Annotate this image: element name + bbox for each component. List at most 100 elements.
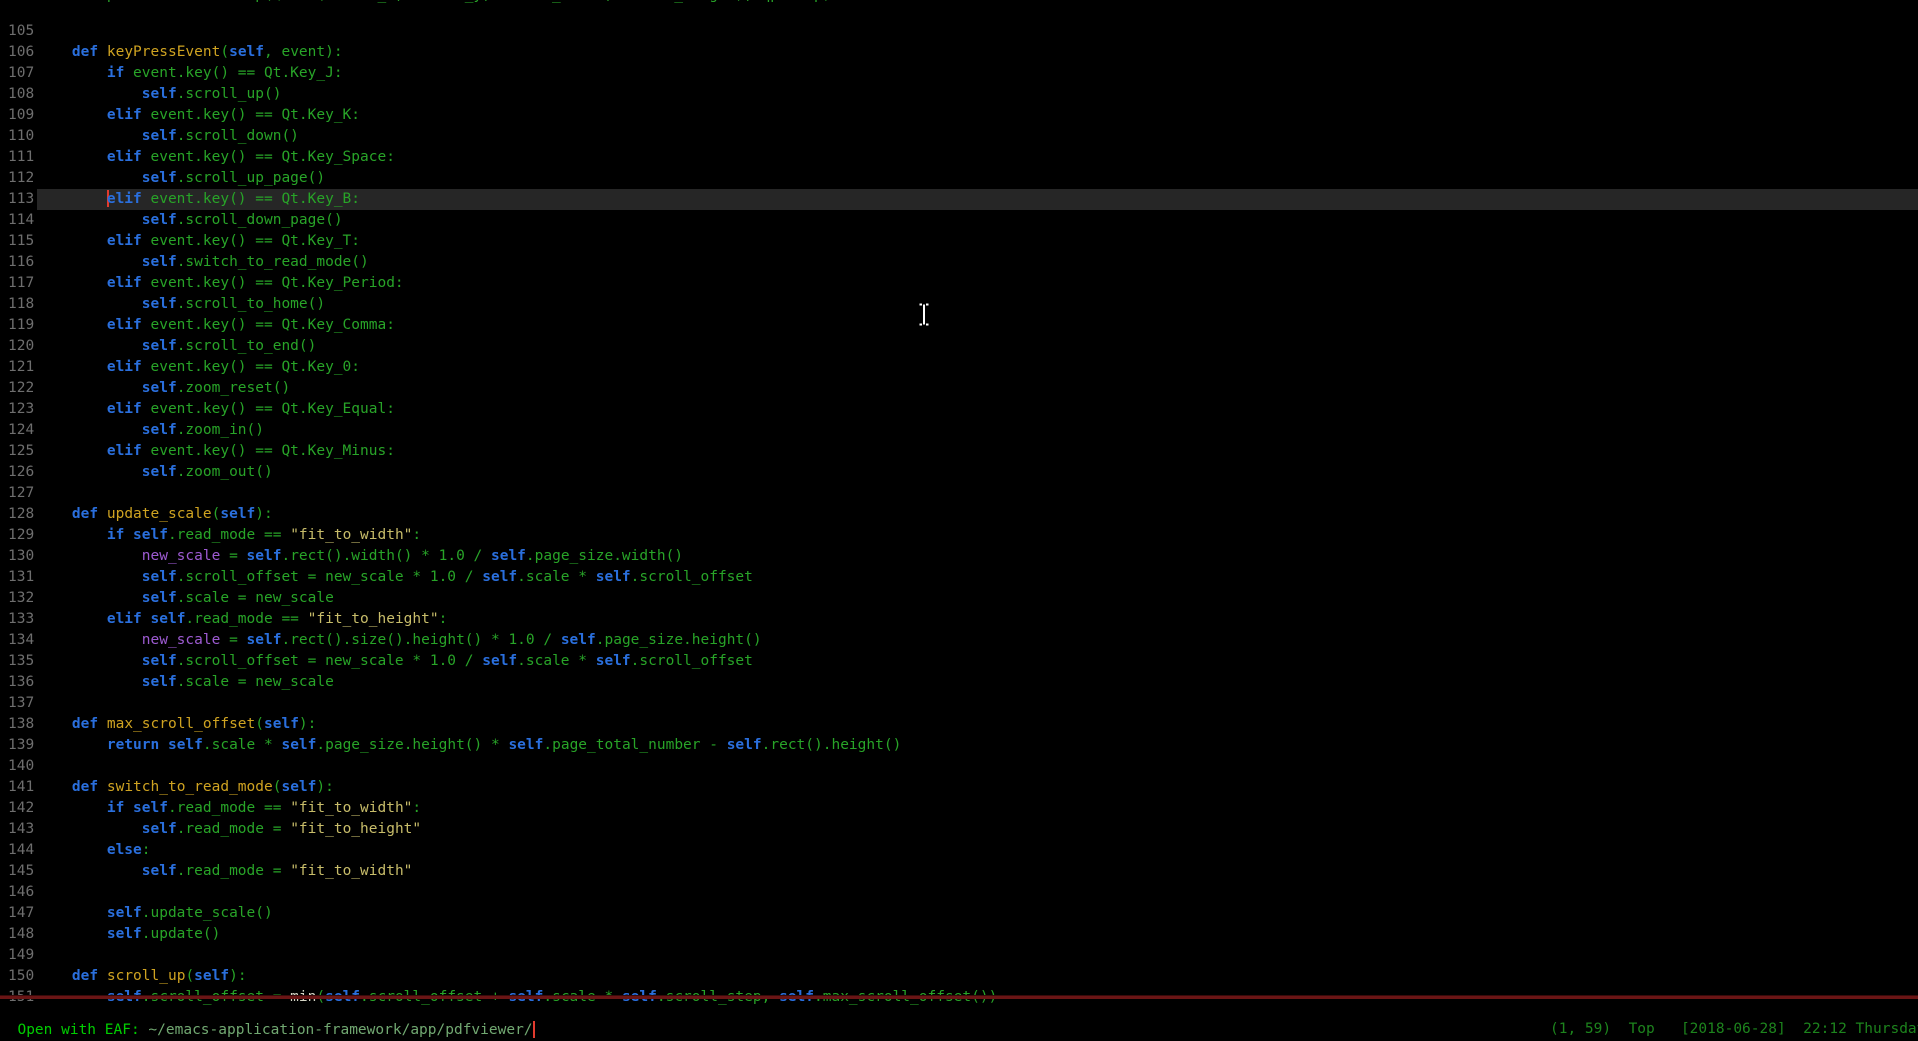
code-line[interactable]: 136 self.scale = new_scale <box>0 672 1918 693</box>
code-line[interactable]: 139 return self.scale * self.page_size.h… <box>0 735 1918 756</box>
code-text[interactable]: return self.scale * self.page_size.heigh… <box>37 735 1918 756</box>
code-text[interactable]: else: <box>37 840 1918 861</box>
code-text[interactable]: self.scroll_to_home() <box>37 294 1918 315</box>
code-line[interactable]: 140 <box>0 756 1918 777</box>
code-text[interactable]: def keyPressEvent(self, event): <box>37 42 1918 63</box>
code-line[interactable]: 128 def update_scale(self): <box>0 504 1918 525</box>
code-line[interactable]: 112 self.scroll_up_page() <box>0 168 1918 189</box>
code-text[interactable]: elif event.key() == Qt.Key_Equal: <box>37 399 1918 420</box>
code-text[interactable]: self.scroll_offset = new_scale * 1.0 / s… <box>37 651 1918 672</box>
code-text[interactable]: elif event.key() == Qt.Key_Period: <box>37 273 1918 294</box>
code-line[interactable]: 106 def keyPressEvent(self, event): <box>0 42 1918 63</box>
code-text[interactable]: elif event.key() == Qt.Key_B: <box>37 189 1918 210</box>
code-line[interactable]: 141 def switch_to_read_mode(self): <box>0 777 1918 798</box>
code-text[interactable]: elif self.read_mode == "fit_to_height": <box>37 609 1918 630</box>
code-line[interactable]: 119 elif event.key() == Qt.Key_Comma: <box>0 315 1918 336</box>
code-line[interactable]: 144 else: <box>0 840 1918 861</box>
code-line[interactable]: 130 new_scale = self.rect().width() * 1.… <box>0 546 1918 567</box>
code-text[interactable] <box>37 483 1918 504</box>
code-line[interactable]: 110 self.scroll_down() <box>0 126 1918 147</box>
minibuffer-input[interactable]: ~/emacs-application-framework/app/pdfvie… <box>148 1022 532 1038</box>
code-text[interactable]: self.scale = new_scale <box>37 588 1918 609</box>
code-buffer[interactable]: painter.drawPixmap(QRect(render_x, rende… <box>0 0 1918 1008</box>
code-line[interactable]: 146 <box>0 882 1918 903</box>
code-text[interactable]: elif event.key() == Qt.Key_Comma: <box>37 315 1918 336</box>
code-text[interactable]: self.scroll_down_page() <box>37 210 1918 231</box>
code-text[interactable]: elif event.key() == Qt.Key_Minus: <box>37 441 1918 462</box>
code-text[interactable]: if self.read_mode == "fit_to_width": <box>37 525 1918 546</box>
code-text[interactable]: self.read_mode = "fit_to_width" <box>37 861 1918 882</box>
code-text[interactable]: new_scale = self.rect().width() * 1.0 / … <box>37 546 1918 567</box>
code-text[interactable]: elif event.key() == Qt.Key_Space: <box>37 147 1918 168</box>
code-line[interactable]: 109 elif event.key() == Qt.Key_K: <box>0 105 1918 126</box>
code-line[interactable]: 120 self.scroll_to_end() <box>0 336 1918 357</box>
code-text[interactable]: self.scroll_up() <box>37 84 1918 105</box>
minibuffer[interactable]: Open with EAF: ~/emacs-application-frame… <box>0 999 1918 1020</box>
code-line[interactable]: 145 self.read_mode = "fit_to_width" <box>0 861 1918 882</box>
code-text[interactable]: if event.key() == Qt.Key_J: <box>37 63 1918 84</box>
code-line[interactable]: 133 elif self.read_mode == "fit_to_heigh… <box>0 609 1918 630</box>
code-line[interactable]: 105 <box>0 21 1918 42</box>
code-line[interactable]: 125 elif event.key() == Qt.Key_Minus: <box>0 441 1918 462</box>
code-line[interactable]: 149 <box>0 945 1918 966</box>
code-text[interactable]: def update_scale(self): <box>37 504 1918 525</box>
code-text[interactable]: self.switch_to_read_mode() <box>37 252 1918 273</box>
code-line[interactable]: 107 if event.key() == Qt.Key_J: <box>0 63 1918 84</box>
code-text[interactable] <box>37 756 1918 777</box>
code-text[interactable]: new_scale = self.rect().size().height() … <box>37 630 1918 651</box>
code-line[interactable]: 132 self.scale = new_scale <box>0 588 1918 609</box>
code-line[interactable]: 122 self.zoom_reset() <box>0 378 1918 399</box>
code-text[interactable]: def switch_to_read_mode(self): <box>37 777 1918 798</box>
code-text[interactable]: self.scale = new_scale <box>37 672 1918 693</box>
line-number: 133 <box>0 609 37 630</box>
code-line[interactable]: 116 self.switch_to_read_mode() <box>0 252 1918 273</box>
code-line[interactable]: 134 new_scale = self.rect().size().heigh… <box>0 630 1918 651</box>
code-text[interactable]: self.scroll_up_page() <box>37 168 1918 189</box>
code-line[interactable]: 129 if self.read_mode == "fit_to_width": <box>0 525 1918 546</box>
code-text[interactable]: painter.drawPixmap(QRect(render_x, rende… <box>37 0 1918 6</box>
code-text[interactable]: def max_scroll_offset(self): <box>37 714 1918 735</box>
code-text[interactable]: self.scroll_down() <box>37 126 1918 147</box>
code-line[interactable]: 137 <box>0 693 1918 714</box>
code-line[interactable]: 131 self.scroll_offset = new_scale * 1.0… <box>0 567 1918 588</box>
code-line[interactable]: 118 self.scroll_to_home() <box>0 294 1918 315</box>
code-text[interactable] <box>37 693 1918 714</box>
line-number: 140 <box>0 756 37 777</box>
code-line[interactable]: 150 def scroll_up(self): <box>0 966 1918 987</box>
code-text[interactable]: self.scroll_offset = new_scale * 1.0 / s… <box>37 567 1918 588</box>
code-line[interactable]: 123 elif event.key() == Qt.Key_Equal: <box>0 399 1918 420</box>
code-line[interactable]: painter.drawPixmap(QRect(render_x, rende… <box>0 0 1918 21</box>
code-text[interactable]: if self.read_mode == "fit_to_width": <box>37 798 1918 819</box>
code-line[interactable]: 115 elif event.key() == Qt.Key_T: <box>0 231 1918 252</box>
code-text[interactable]: self.read_mode = "fit_to_height" <box>37 819 1918 840</box>
code-line[interactable]: 127 <box>0 483 1918 504</box>
code-text[interactable] <box>37 945 1918 966</box>
code-text[interactable]: elif event.key() == Qt.Key_0: <box>37 357 1918 378</box>
code-line[interactable]: 124 self.zoom_in() <box>0 420 1918 441</box>
code-text[interactable]: self.zoom_reset() <box>37 378 1918 399</box>
code-line[interactable]: 148 self.update() <box>0 924 1918 945</box>
code-line[interactable]: 147 self.update_scale() <box>0 903 1918 924</box>
code-text[interactable]: elif event.key() == Qt.Key_T: <box>37 231 1918 252</box>
line-number: 138 <box>0 714 37 735</box>
code-line[interactable]: 138 def max_scroll_offset(self): <box>0 714 1918 735</box>
current-code-line[interactable]: 113 elif event.key() == Qt.Key_B: <box>0 189 1918 210</box>
code-line[interactable]: 126 self.zoom_out() <box>0 462 1918 483</box>
code-text[interactable] <box>37 882 1918 903</box>
code-text[interactable]: self.update_scale() <box>37 903 1918 924</box>
code-text[interactable]: elif event.key() == Qt.Key_K: <box>37 105 1918 126</box>
code-line[interactable]: 111 elif event.key() == Qt.Key_Space: <box>0 147 1918 168</box>
code-line[interactable]: 143 self.read_mode = "fit_to_height" <box>0 819 1918 840</box>
code-text[interactable]: self.scroll_to_end() <box>37 336 1918 357</box>
code-text[interactable]: self.update() <box>37 924 1918 945</box>
code-line[interactable]: 135 self.scroll_offset = new_scale * 1.0… <box>0 651 1918 672</box>
code-line[interactable]: 117 elif event.key() == Qt.Key_Period: <box>0 273 1918 294</box>
code-line[interactable]: 114 self.scroll_down_page() <box>0 210 1918 231</box>
code-line[interactable]: 142 if self.read_mode == "fit_to_width": <box>0 798 1918 819</box>
code-text[interactable] <box>37 21 1918 42</box>
code-text[interactable]: self.zoom_out() <box>37 462 1918 483</box>
code-line[interactable]: 108 self.scroll_up() <box>0 84 1918 105</box>
code-text[interactable]: def scroll_up(self): <box>37 966 1918 987</box>
code-text[interactable]: self.zoom_in() <box>37 420 1918 441</box>
code-line[interactable]: 121 elif event.key() == Qt.Key_0: <box>0 357 1918 378</box>
